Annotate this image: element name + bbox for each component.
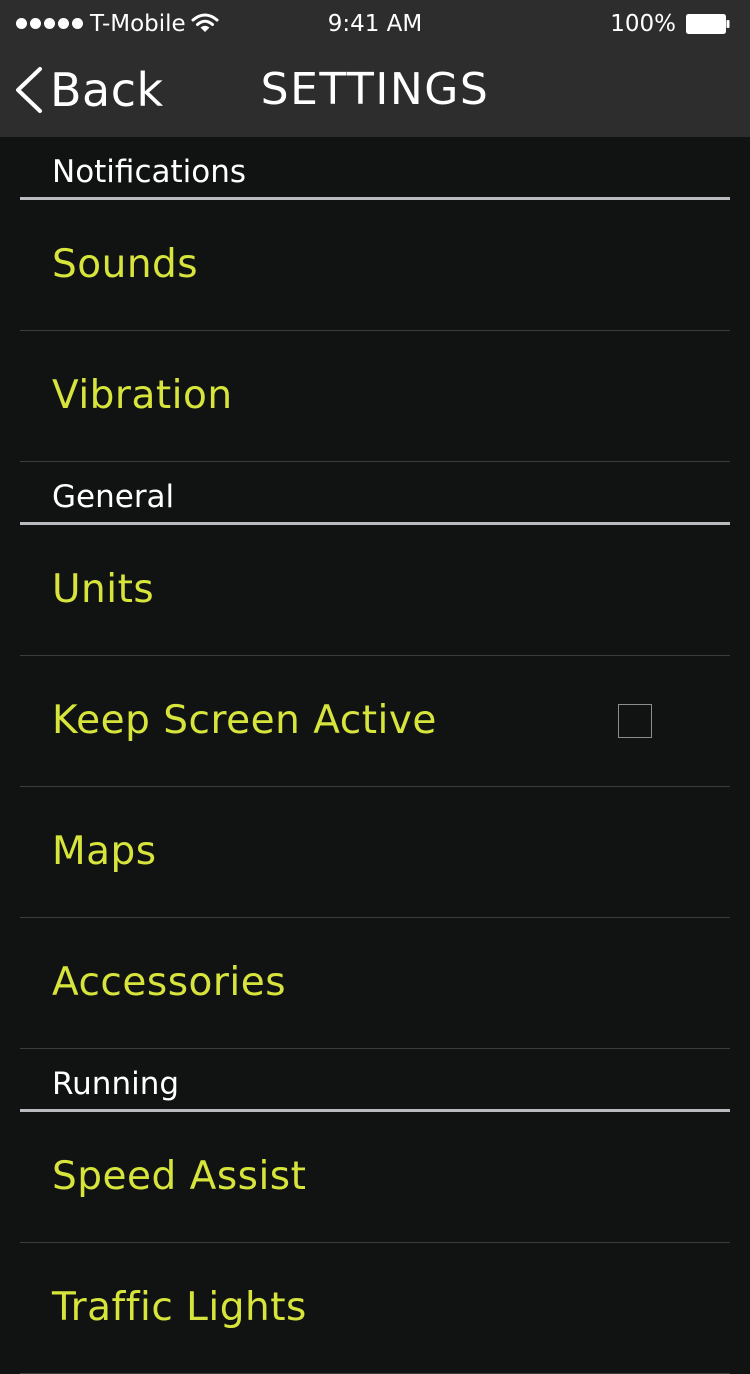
battery-percentage: 100% (610, 11, 676, 37)
settings-row-label: Units (52, 567, 155, 612)
section-header-notifications: Notifications (20, 137, 730, 200)
keep-screen-active-checkbox[interactable] (618, 704, 652, 738)
section-title: General (52, 479, 175, 515)
settings-row-traffic-lights[interactable]: Traffic Lights (20, 1243, 730, 1374)
status-bar: T-Mobile 9:41 AM 100% (0, 0, 750, 50)
section-title: Running (52, 1066, 180, 1102)
settings-row-label: Keep Screen Active (52, 698, 437, 743)
section-title: Notifications (52, 154, 247, 190)
section-header-running: Running (20, 1049, 730, 1112)
settings-row-accessories[interactable]: Accessories (20, 918, 730, 1049)
page-title: SETTINGS (260, 64, 490, 115)
settings-row-label: Sounds (52, 242, 199, 287)
settings-row-label: Speed Assist (52, 1154, 307, 1199)
settings-row-label: Traffic Lights (52, 1285, 307, 1330)
settings-row-speed-assist[interactable]: Speed Assist (20, 1112, 730, 1243)
settings-row-label: Vibration (52, 373, 233, 418)
navigation-bar: Back SETTINGS (0, 50, 750, 137)
settings-list: Notifications Sounds Vibration General U… (0, 137, 750, 1374)
settings-row-sounds[interactable]: Sounds (20, 200, 730, 331)
settings-row-label: Accessories (52, 960, 287, 1005)
settings-row-label: Maps (52, 829, 157, 874)
battery-icon (686, 14, 730, 34)
settings-row-maps[interactable]: Maps (20, 787, 730, 918)
settings-row-vibration[interactable]: Vibration (20, 331, 730, 462)
settings-row-keep-screen-active[interactable]: Keep Screen Active (20, 656, 730, 787)
settings-row-units[interactable]: Units (20, 525, 730, 656)
section-header-general: General (20, 462, 730, 525)
